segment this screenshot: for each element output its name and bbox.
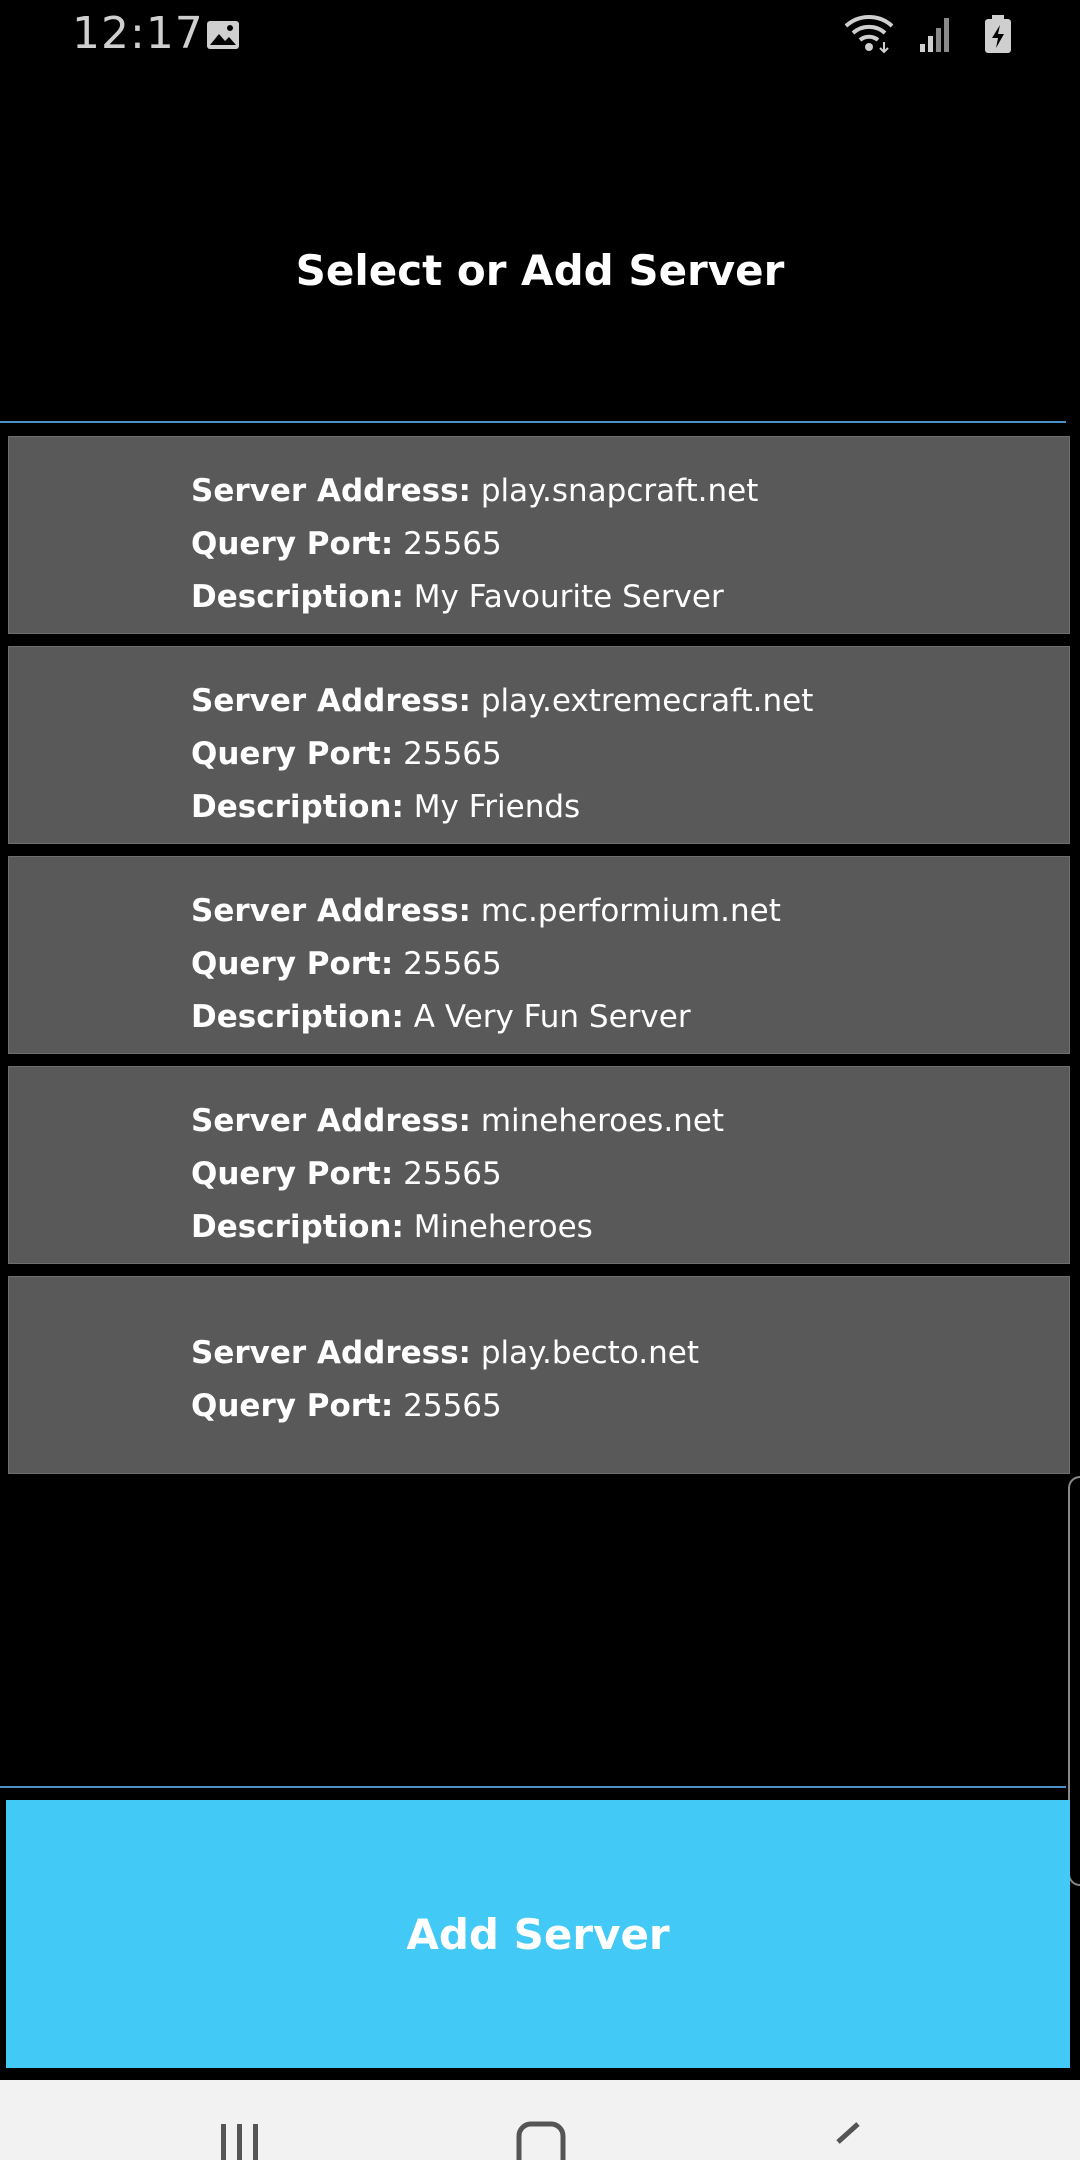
query-port-label: Query Port: [191, 526, 394, 562]
server-address-line: Server Address: mc.performium.net [191, 885, 781, 938]
server-address-line: Server Address: play.extremecraft.net [191, 675, 813, 728]
query-port-label: Query Port: [191, 1156, 394, 1192]
back-icon[interactable] [826, 2120, 866, 2160]
server-address-value: play.snapcraft.net [480, 473, 759, 509]
server-address-line: Server Address: mineheroes.net [191, 1095, 724, 1148]
server-address-label: Server Address: [191, 1103, 471, 1139]
status-time: 12:17 [72, 8, 204, 59]
server-card[interactable]: Server Address: play.snapcraft.net Query… [8, 436, 1070, 634]
query-port-label: Query Port: [191, 1388, 394, 1424]
description-label: Description: [191, 999, 404, 1035]
signal-icon [920, 18, 949, 52]
server-address-value: mineheroes.net [480, 1103, 725, 1139]
server-address-line: Server Address: play.snapcraft.net [191, 465, 758, 518]
query-port-value: 25565 [403, 736, 502, 772]
query-port-label: Query Port: [191, 736, 394, 772]
query-port-value: 25565 [403, 526, 502, 562]
description-line: Description: A Very Fun Server [191, 991, 781, 1044]
recents-icon[interactable] [218, 2120, 262, 2160]
page-title: Select or Add Server [295, 246, 785, 295]
query-port-value: 25565 [403, 1388, 502, 1424]
server-list[interactable]: Server Address: play.snapcraft.net Query… [8, 436, 1072, 1486]
description-value: My Favourite Server [413, 579, 724, 615]
query-port-line: Query Port: 25565 [191, 1380, 699, 1433]
description-label: Description: [191, 1209, 404, 1245]
server-address-value: mc.performium.net [480, 893, 781, 929]
server-address-value: play.extremecraft.net [480, 683, 814, 719]
query-port-value: 25565 [403, 946, 502, 982]
query-port-line: Query Port: 25565 [191, 938, 781, 991]
query-port-line: Query Port: 25565 [191, 518, 758, 571]
description-line: Description: Mineheroes [191, 1201, 724, 1254]
battery-charging-icon [985, 15, 1011, 53]
wifi-icon [844, 15, 894, 54]
title-divider [0, 421, 1066, 423]
home-icon[interactable] [516, 2120, 566, 2160]
status-bar: 12:17 [0, 0, 1080, 72]
server-card[interactable]: Server Address: mineheroes.net Query Por… [8, 1066, 1070, 1264]
server-address-label: Server Address: [191, 893, 471, 929]
server-address-label: Server Address: [191, 473, 471, 509]
query-port-line: Query Port: 25565 [191, 728, 813, 781]
description-label: Description: [191, 789, 404, 825]
server-address-label: Server Address: [191, 1335, 471, 1371]
description-value: My Friends [413, 789, 581, 825]
server-address-line: Server Address: play.becto.net [191, 1327, 699, 1380]
query-port-line: Query Port: 25565 [191, 1148, 724, 1201]
navigation-bar [0, 2080, 1080, 2160]
description-line: Description: My Friends [191, 781, 813, 834]
server-address-value: play.becto.net [480, 1335, 699, 1371]
query-port-label: Query Port: [191, 946, 394, 982]
server-card[interactable]: Server Address: mc.performium.net Query … [8, 856, 1070, 1054]
description-line: Description: My Favourite Server [191, 571, 758, 624]
server-address-label: Server Address: [191, 683, 471, 719]
add-server-button[interactable]: Add Server [6, 1800, 1070, 2068]
server-card[interactable]: Server Address: play.extremecraft.net Qu… [8, 646, 1070, 844]
description-value: A Very Fun Server [413, 999, 691, 1035]
description-label: Description: [191, 579, 404, 615]
description-value: Mineheroes [413, 1209, 593, 1245]
bottom-divider [0, 1786, 1066, 1788]
server-card[interactable]: Server Address: play.becto.net Query Por… [8, 1276, 1070, 1474]
query-port-value: 25565 [403, 1156, 502, 1192]
image-icon [207, 21, 239, 49]
